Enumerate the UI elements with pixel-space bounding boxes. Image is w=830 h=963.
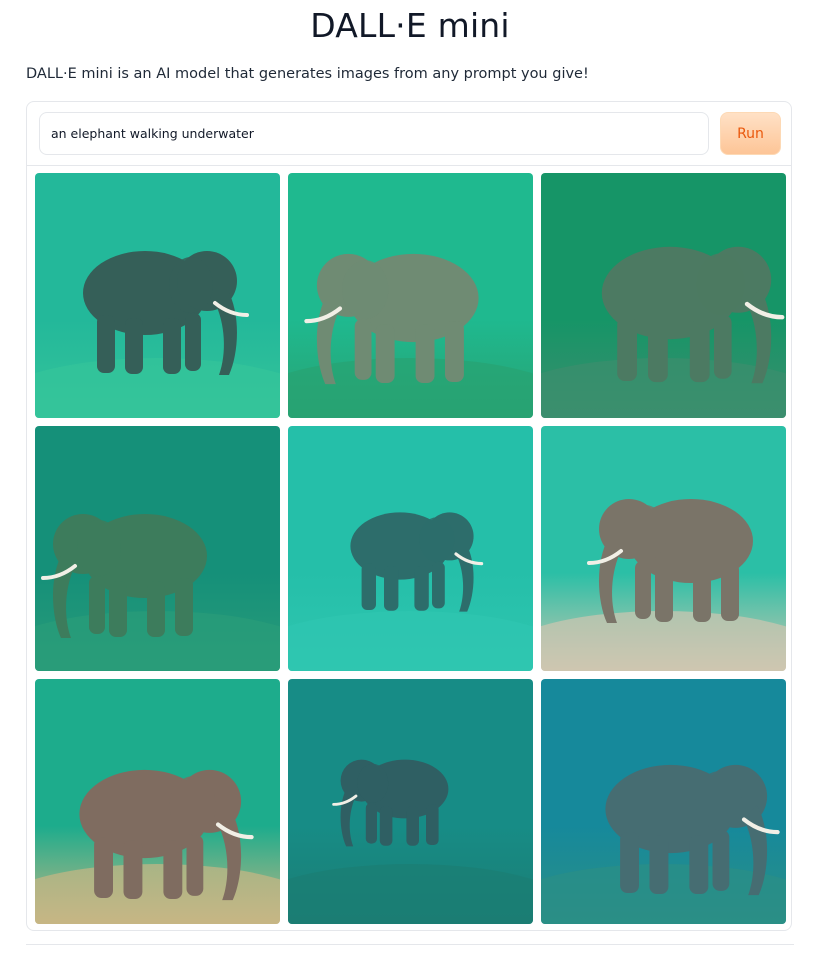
prompt-input[interactable]: [39, 112, 709, 155]
generated-image[interactable]: [288, 426, 533, 671]
page-title: DALL·E mini: [310, 6, 510, 45]
run-button[interactable]: Run: [720, 112, 781, 155]
page-description: DALL·E mini is an AI model that generate…: [26, 66, 589, 82]
generated-image[interactable]: [288, 173, 533, 418]
generated-image[interactable]: [35, 173, 280, 418]
prompt-row: Run: [27, 102, 791, 166]
generated-image[interactable]: [541, 426, 786, 671]
generated-image[interactable]: [541, 173, 786, 418]
image-gallery: [35, 173, 786, 924]
generated-image[interactable]: [541, 679, 786, 924]
generated-image[interactable]: [35, 679, 280, 924]
generated-image[interactable]: [288, 679, 533, 924]
demo-panel: Run: [26, 101, 792, 931]
divider: [26, 944, 794, 945]
generated-image[interactable]: [35, 426, 280, 671]
